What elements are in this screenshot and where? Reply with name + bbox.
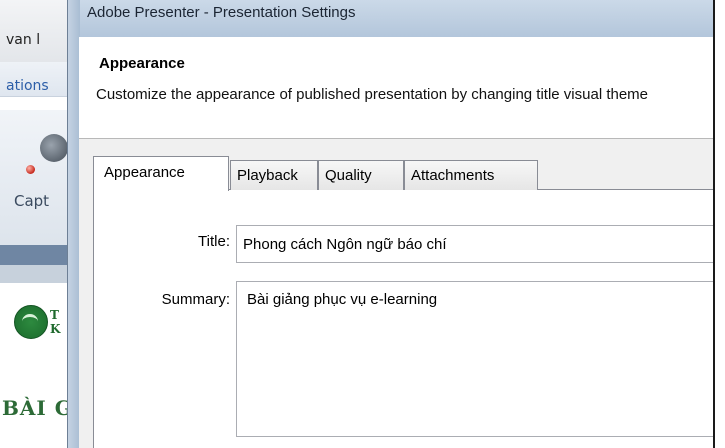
header-title: Appearance	[99, 55, 185, 72]
tab-appearance[interactable]: Appearance	[93, 156, 229, 191]
slide-text-fragment: T	[50, 308, 59, 322]
slide-heading-fragment: BÀI G	[2, 396, 73, 420]
background-title-fragment: van l	[6, 32, 41, 48]
screenshot-border	[713, 0, 715, 448]
summary-label: Summary:	[161, 291, 230, 308]
title-label: Title:	[198, 233, 230, 250]
recording-led-icon	[26, 165, 35, 174]
tab-attachments[interactable]: Attachments	[404, 160, 538, 190]
dialog-titlebar[interactable]: Adobe Presenter - Presentation Settings	[67, 0, 725, 38]
background-ribbon-tab[interactable]: ations	[6, 78, 49, 94]
capture-button-label[interactable]: Capt	[14, 192, 49, 210]
header-description: Customize the appearance of published pr…	[96, 86, 649, 103]
dialog-header: Appearance Customize the appearance of p…	[79, 37, 713, 139]
tab-quality[interactable]: Quality	[318, 160, 404, 190]
title-input[interactable]: Phong cách Ngôn ngữ báo chí	[236, 225, 713, 263]
logo-leaf-icon	[22, 314, 38, 329]
tab-playback[interactable]: Playback	[230, 160, 318, 190]
summary-textarea[interactable]: Bài giảng phục vụ e-learning	[236, 281, 713, 437]
webcam-icon[interactable]	[40, 134, 68, 162]
slide-text-fragment: K	[50, 322, 61, 336]
dialog-title: Adobe Presenter - Presentation Settings	[87, 4, 356, 21]
